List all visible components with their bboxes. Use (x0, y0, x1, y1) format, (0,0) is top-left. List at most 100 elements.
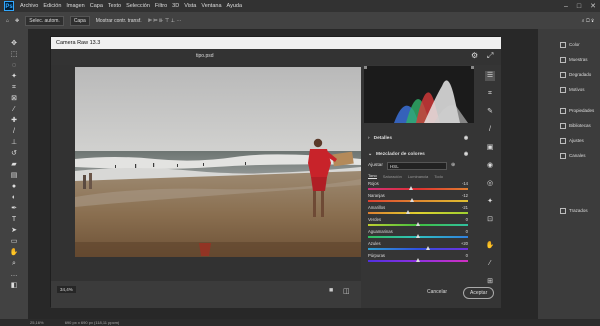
gradient-filter-icon[interactable]: ▣ (485, 143, 495, 153)
slider-track[interactable] (368, 200, 468, 202)
menu-ventana[interactable]: Ventana (201, 3, 221, 9)
menu-3d[interactable]: 3D (172, 3, 179, 9)
slider-handle[interactable] (416, 258, 420, 262)
panel-patterns[interactable]: Motivos (538, 82, 600, 97)
menu-archivo[interactable]: Archivo (20, 3, 38, 9)
layer-dropdown[interactable]: Capa (69, 15, 90, 26)
panel-channels[interactable]: Canales (538, 148, 600, 163)
tab-saturation[interactable]: Saturación (383, 174, 402, 179)
presets-icon[interactable]: ⊡ (485, 215, 495, 225)
settings-gear-icon[interactable]: ⚙ (471, 51, 478, 60)
blur-icon[interactable]: ● (9, 182, 19, 191)
slider-track[interactable] (368, 212, 468, 214)
slider-handle[interactable] (416, 234, 420, 238)
color-mixer-section[interactable]: ⌄ Mezclador de colores ◉ (364, 148, 476, 160)
healing-icon[interactable]: ✚ (9, 116, 19, 125)
menu-ayuda[interactable]: Ayuda (227, 3, 243, 9)
close-icon[interactable]: ✕ (590, 2, 596, 10)
show-transform-checkbox[interactable]: Mostrar contr. transf. (96, 18, 142, 24)
target-adjust-icon[interactable]: ⊕ (451, 163, 455, 168)
slider-3[interactable]: Verdes 0 (364, 217, 476, 229)
cancel-button[interactable]: Cancelar (421, 287, 453, 299)
auto-select-checkbox[interactable]: Selec. autom. (25, 15, 64, 26)
menu-filtro[interactable]: Filtro (155, 3, 167, 9)
adjust-dropdown[interactable]: HSL (386, 161, 447, 170)
slider-value[interactable]: -12 (462, 193, 468, 198)
slider-value[interactable]: 0 (466, 217, 468, 222)
before-after-icon[interactable]: ◫ (343, 287, 350, 295)
panel-libraries[interactable]: Bibliotecas (538, 118, 600, 133)
dodge-icon[interactable]: ◐ (9, 193, 19, 202)
slider-value[interactable]: 0 (466, 229, 468, 234)
tab-hue[interactable]: Tono (368, 173, 377, 179)
fullscreen-icon[interactable]: ⤢ (487, 51, 493, 61)
slider-value[interactable]: +20 (461, 241, 468, 246)
slider-5[interactable]: Azules +20 (364, 241, 476, 253)
more-icon[interactable]: … (9, 270, 19, 279)
crop-rotate-icon[interactable]: ⌗ (485, 89, 495, 99)
snapshots-icon[interactable]: ✦ (485, 197, 495, 207)
grid-icon[interactable]: ⊞ (485, 277, 495, 287)
eraser-icon[interactable]: ▰ (9, 160, 19, 169)
slider-6[interactable]: Púrpuras 0 (364, 253, 476, 265)
redeye-icon[interactable]: ◎ (485, 179, 495, 189)
slider-value[interactable]: 0 (466, 253, 468, 258)
slider-value[interactable]: -14 (462, 181, 468, 186)
home-icon[interactable]: ⌂ (6, 18, 9, 24)
slider-value[interactable]: -21 (462, 205, 468, 210)
slider-track[interactable] (368, 248, 468, 250)
slider-handle[interactable] (410, 198, 414, 202)
panel-swatches[interactable]: Muestras (538, 52, 600, 67)
edit-sliders-icon[interactable]: ☰ (485, 71, 495, 81)
color-swatches-icon[interactable]: ◧ (9, 281, 19, 290)
minimize-icon[interactable]: – (564, 3, 568, 10)
zoom-dropdown[interactable]: 34,4% (57, 286, 76, 293)
radial-filter-icon[interactable]: ◉ (485, 161, 495, 171)
menu-edicion[interactable]: Edición (43, 3, 61, 9)
type-icon[interactable]: T (9, 215, 19, 224)
slider-handle[interactable] (426, 246, 430, 250)
zoom-icon[interactable]: ⌕ (9, 259, 19, 268)
slider-track[interactable] (368, 188, 468, 190)
lasso-icon[interactable]: ◌ (9, 61, 19, 70)
menu-texto[interactable]: Texto (108, 3, 121, 9)
menu-seleccion[interactable]: Selección (126, 3, 150, 9)
marquee-icon[interactable]: ⬚ (9, 50, 19, 59)
menu-capa[interactable]: Capa (90, 3, 103, 9)
brush-icon[interactable]: / (9, 127, 19, 136)
crop-icon[interactable]: ⌗ (9, 83, 19, 92)
pen-icon[interactable]: ✒ (9, 204, 19, 213)
eyedropper-icon[interactable]: ⁄ (9, 105, 19, 114)
view-mode-icon[interactable]: ■ (329, 287, 333, 294)
slider-4[interactable]: Aguamarinas 0 (364, 229, 476, 241)
panel-properties[interactable]: Propiedades (538, 103, 600, 118)
panel-gradients[interactable]: Degradado (538, 67, 600, 82)
frame-icon[interactable]: ⊠ (9, 94, 19, 103)
shape-icon[interactable]: ▭ (9, 237, 19, 246)
slider-handle[interactable] (416, 222, 420, 226)
spot-removal-icon[interactable]: ✎ (485, 107, 495, 117)
maximize-icon[interactable]: □ (577, 3, 581, 10)
hand-icon[interactable]: ✋ (9, 248, 19, 257)
slider-1[interactable]: Naranjas -12 (364, 193, 476, 205)
gradient-icon[interactable]: ▤ (9, 171, 19, 180)
panel-paths[interactable]: Trazados (538, 203, 600, 218)
tab-all[interactable]: Todo (434, 174, 443, 179)
slider-handle[interactable] (409, 186, 413, 190)
accept-button[interactable]: Aceptar (463, 287, 495, 299)
brush-mask-icon[interactable]: / (485, 125, 495, 135)
slider-2[interactable]: Amarillos -21 (364, 205, 476, 217)
tab-luminance[interactable]: Luminancia (408, 174, 428, 179)
menu-imagen[interactable]: Imagen (66, 3, 84, 9)
move-tool-icon[interactable]: ✥ (15, 18, 19, 24)
search-icon[interactable]: ⌕ ▢ ⇪ (582, 18, 594, 24)
magic-wand-icon[interactable]: ✦ (9, 72, 19, 81)
status-zoom[interactable]: 25,16% (30, 320, 44, 325)
eye-icon[interactable]: ◉ (464, 136, 468, 141)
eye-icon[interactable]: ◉ (464, 152, 468, 157)
history-brush-icon[interactable]: ↺ (9, 149, 19, 158)
sampler-icon[interactable]: ⁄ (485, 259, 495, 269)
panel-adjustments[interactable]: Ajustes (538, 133, 600, 148)
menu-vista[interactable]: Vista (184, 3, 196, 9)
slider-0[interactable]: Rojos -14 (364, 181, 476, 193)
